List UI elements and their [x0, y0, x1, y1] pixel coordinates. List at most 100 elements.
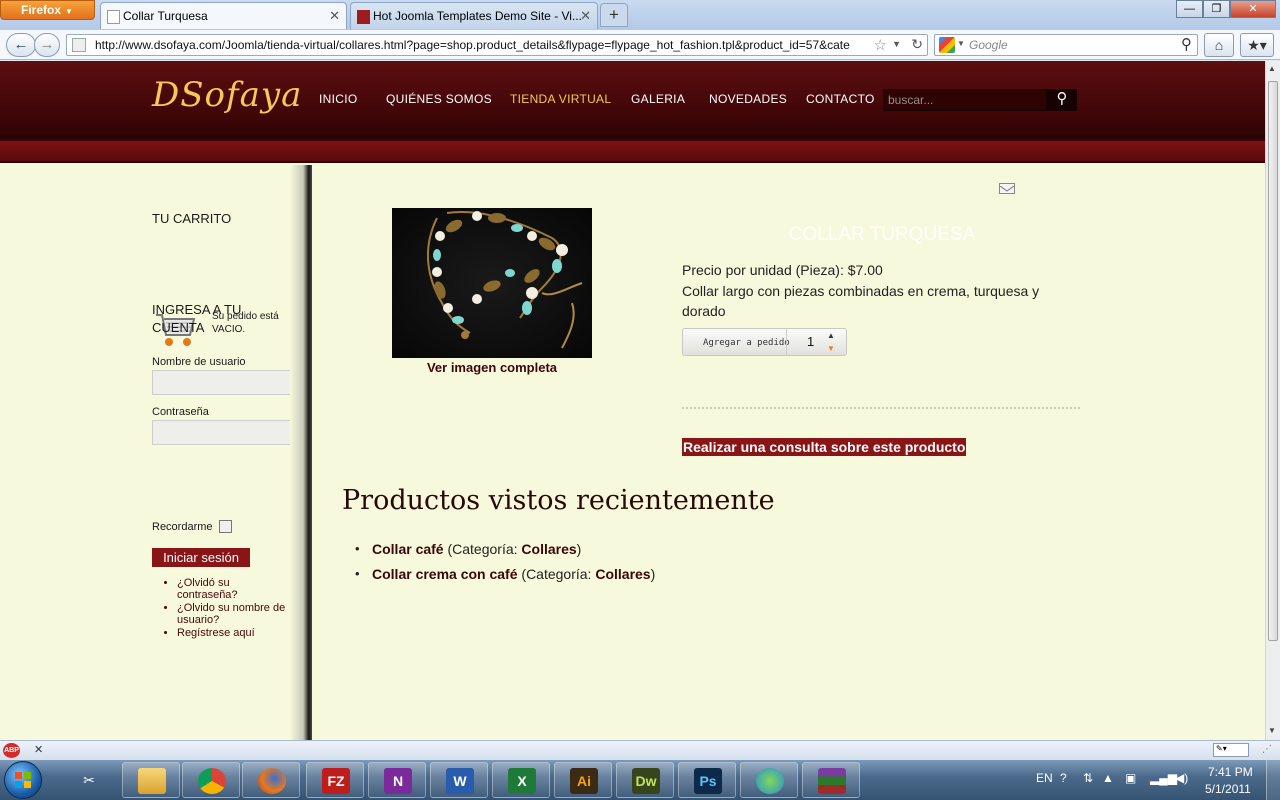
windows-logo-icon — [15, 772, 31, 788]
scroll-up-icon[interactable]: ▲ — [1268, 64, 1276, 73]
menu-inicio[interactable]: INICIO — [319, 92, 357, 106]
close-tab-icon[interactable]: ✕ — [329, 8, 340, 24]
reload-icon[interactable]: ↻ — [911, 36, 923, 53]
show-desktop-button[interactable] — [1266, 760, 1280, 800]
site-search-input[interactable]: buscar... — [883, 89, 1047, 111]
firefox-menu-button[interactable]: Firefox ▼ — [0, 0, 95, 20]
engine-dropdown-icon[interactable]: ▼ — [957, 39, 965, 48]
site-header: DSofaya INICIO QUIÉNES SOMOS TIENDA VIRT… — [0, 61, 1265, 141]
taskbar-excel[interactable]: X — [492, 762, 550, 798]
taskbar-explorer[interactable] — [122, 762, 180, 798]
minimize-button[interactable]: — — [1176, 0, 1203, 18]
taskbar-firefox[interactable] — [242, 762, 300, 798]
taskbar-word[interactable]: W — [430, 762, 488, 798]
volume-icon[interactable]: ◀) — [1175, 771, 1188, 785]
email-icon[interactable] — [999, 183, 1015, 194]
clock-date[interactable]: 5/1/2011 — [1205, 782, 1251, 796]
taskbar-winrar[interactable] — [802, 762, 860, 798]
scroll-down-icon[interactable]: ▼ — [1268, 726, 1276, 735]
cart-title: TU CARRITO — [152, 211, 232, 226]
tab-title: Collar Turquesa — [123, 9, 208, 23]
url-bar[interactable]: http://www.dsofaya.com/Joomla/tienda-vir… — [66, 34, 928, 56]
login-title: INGRESA A TU CUENTA — [152, 302, 242, 335]
taskbar-photoshop[interactable]: Ps — [678, 762, 736, 798]
joomla-favicon-icon — [357, 10, 370, 24]
new-tab-button[interactable]: + — [600, 3, 628, 27]
taskbar-filezilla[interactable]: FZ — [306, 762, 364, 798]
category-link[interactable]: Collares — [595, 566, 650, 582]
show-hidden-icons[interactable]: ▲ — [1102, 771, 1114, 785]
site-search-button[interactable]: ⚲ — [1047, 89, 1077, 111]
taskbar-dreamweaver[interactable]: Dw — [616, 762, 674, 798]
forgot-username-link[interactable]: ¿Olvido su nombre de usuario? — [177, 602, 292, 626]
addon-bar: ABP ✕ ✎▾ ⋰ — [0, 740, 1280, 760]
close-window-button[interactable]: ✕ — [1230, 0, 1276, 18]
product-enquiry-link[interactable]: Realizar una consulta sobre este product… — [682, 438, 967, 456]
register-link[interactable]: Regístrese aquí — [177, 627, 292, 639]
search-icon[interactable]: ⚲ — [1181, 35, 1192, 53]
device-icon[interactable]: ▣ — [1125, 771, 1136, 785]
home-button[interactable]: ⌂ — [1204, 33, 1234, 57]
maximize-button[interactable]: ❐ — [1203, 0, 1230, 18]
signal-icon[interactable]: ▂▄▆ — [1150, 771, 1177, 785]
history-dropdown-icon[interactable]: ▼ — [892, 39, 901, 49]
winrar-icon — [818, 768, 846, 794]
word-icon: W — [446, 768, 474, 794]
adblock-plus-icon[interactable]: ABP — [3, 743, 20, 758]
taskbar-chrome[interactable] — [182, 762, 240, 798]
tab-collar-turquesa[interactable]: Collar Turquesa ✕ — [100, 2, 347, 29]
forward-button[interactable]: → — [34, 33, 60, 57]
taskbar-tool[interactable]: ✂ — [60, 762, 118, 798]
vertical-scrollbar[interactable]: ▲ ▼ — [1265, 61, 1280, 740]
recent-products-heading: Productos vistos recientemente — [342, 485, 775, 516]
menu-tienda-virtual[interactable]: TIENDA VIRTUAL — [510, 92, 611, 106]
username-field[interactable] — [152, 370, 292, 395]
close-tab-icon[interactable]: ✕ — [580, 8, 591, 24]
password-field[interactable] — [152, 420, 292, 445]
taskbar-messenger[interactable] — [740, 762, 798, 798]
remember-label: Recordarme — [152, 521, 213, 533]
taskbar-onenote[interactable]: N — [368, 762, 426, 798]
site-logo[interactable]: DSofaya — [152, 75, 302, 115]
dotted-divider — [682, 407, 1080, 409]
taskbar-illustrator[interactable]: Ai — [554, 762, 612, 798]
bookmarks-button[interactable]: ★▾ — [1240, 33, 1274, 57]
bookmark-star-icon[interactable]: ☆ — [873, 36, 887, 54]
menu-galeria[interactable]: GALERIA — [631, 92, 685, 106]
forgot-password-link[interactable]: ¿Olvidó su contraseña? — [177, 577, 292, 601]
network-monitor-icon[interactable]: ⇅ — [1083, 771, 1093, 785]
back-button[interactable]: ← — [6, 33, 36, 57]
product-link[interactable]: Collar crema con café — [372, 566, 518, 582]
help-icon[interactable]: ? — [1060, 771, 1067, 785]
clock-time[interactable]: 7:41 PM — [1208, 765, 1253, 779]
browser-search-input[interactable]: ▼ Google ⚲ — [934, 34, 1198, 56]
tab-hot-joomla[interactable]: Hot Joomla Templates Demo Site - Vi... ✕ — [350, 2, 598, 29]
close-addon-bar-icon[interactable]: ✕ — [34, 743, 43, 756]
view-full-image-link[interactable]: Ver imagen completa — [392, 360, 592, 375]
menu-novedades[interactable]: NOVEDADES — [709, 92, 787, 106]
menu-quienes-somos[interactable]: QUIÉNES SOMOS — [386, 92, 492, 106]
resize-grip-icon[interactable]: ⋰ — [1262, 744, 1272, 755]
quantity-decrease-icon[interactable]: ▼ — [827, 344, 835, 353]
category-link[interactable]: Collares — [521, 541, 576, 557]
product-image[interactable] — [392, 208, 592, 358]
filezilla-icon: FZ — [322, 768, 350, 794]
pen-icon: ✎▾ — [1216, 744, 1227, 753]
page-icon — [107, 10, 120, 24]
folder-icon — [138, 768, 166, 794]
excel-icon: X — [508, 768, 536, 794]
add-to-cart-button[interactable]: Agregar a pedido — [703, 338, 790, 348]
remember-checkbox[interactable] — [219, 520, 232, 533]
photoshop-icon: Ps — [694, 768, 722, 794]
recent-products-list: Collar café (Categoría: Collares) Collar… — [355, 540, 655, 590]
start-button[interactable] — [4, 761, 42, 799]
quantity-input[interactable]: 1 — [786, 329, 820, 355]
scrollbar-thumb[interactable] — [1268, 81, 1278, 641]
google-icon — [939, 37, 955, 53]
login-button[interactable]: Iniciar sesión — [152, 548, 250, 567]
addon-dropdown[interactable]: ✎▾ — [1213, 743, 1249, 757]
quantity-increase-icon[interactable]: ▲ — [827, 331, 835, 340]
product-link[interactable]: Collar café — [372, 541, 444, 557]
menu-contacto[interactable]: CONTACTO — [806, 92, 875, 106]
language-indicator[interactable]: EN — [1036, 771, 1053, 785]
